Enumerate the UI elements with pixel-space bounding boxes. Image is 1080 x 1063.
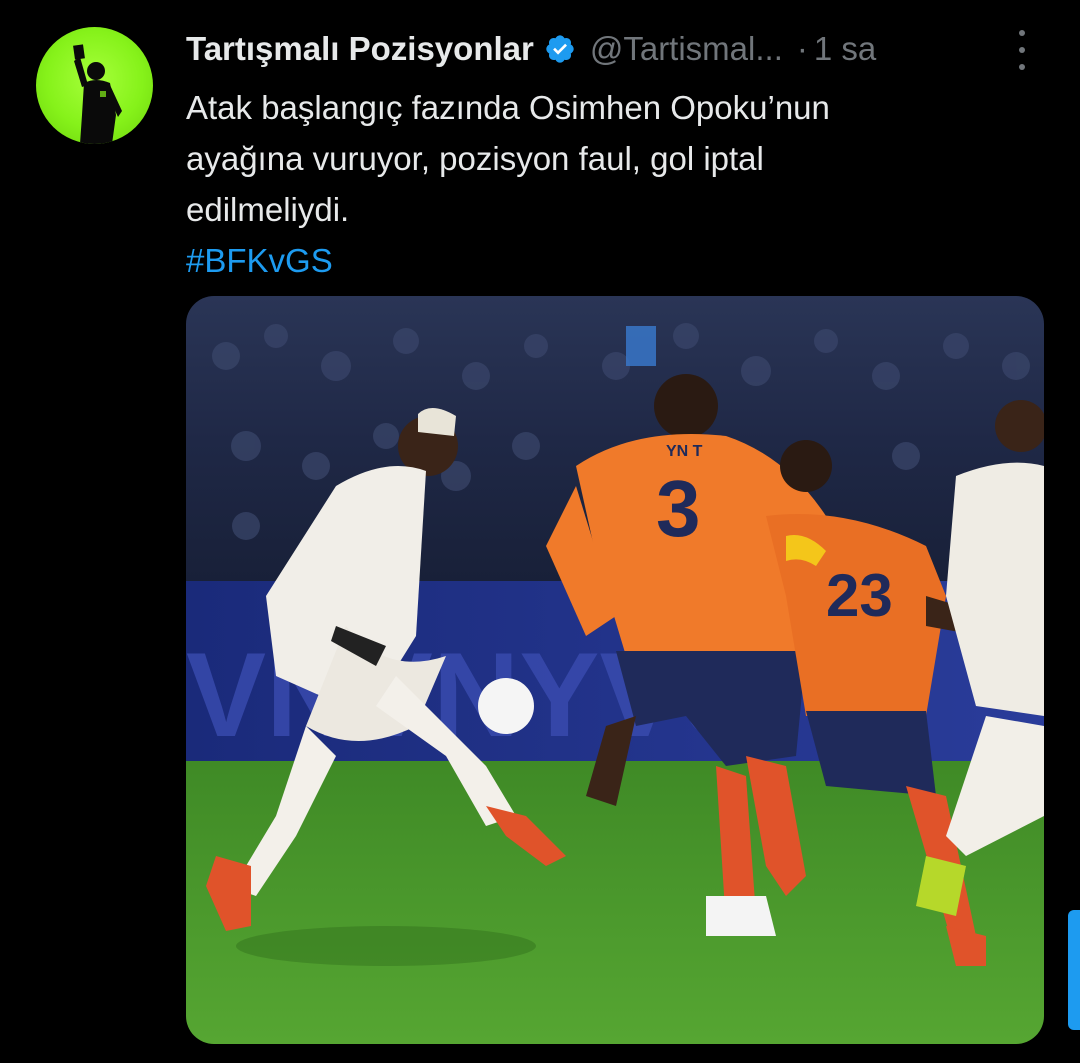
more-vertical-icon-dot <box>1019 64 1025 70</box>
tweet-media-photo[interactable]: VNVNYVÜ 3 YN T 23 <box>186 296 1044 1044</box>
referee-silhouette-icon <box>73 44 122 144</box>
tweet-text-line: Atak başlangıç fazında Osimhen Opoku’nun <box>186 89 830 126</box>
tweet-body: Atak başlangıç fazında Osimhen Opoku’nun… <box>186 82 1016 286</box>
hashtag-link[interactable]: #BFKvGS <box>186 235 333 286</box>
football-photo: VNVNYVÜ 3 YN T 23 <box>186 296 1044 1044</box>
tweet-text-line: edilmeliydi. <box>186 191 350 228</box>
tweet-text-line: ayağına vuruyor, pozisyon faul, gol ipta… <box>186 140 764 177</box>
avatar[interactable] <box>36 27 153 144</box>
author-display-name[interactable]: Tartışmalı Pozisyonlar <box>186 30 534 68</box>
svg-text:YN T: YN T <box>666 443 703 460</box>
timestamp[interactable]: 1 sa <box>814 30 876 68</box>
tweet-header: Tartışmalı Pozisyonlar @Tartismal... · 1… <box>186 22 876 76</box>
more-options-button[interactable] <box>1004 30 1040 70</box>
scroll-indicator[interactable] <box>1068 910 1080 1030</box>
more-vertical-icon-dot <box>1019 47 1025 53</box>
author-handle[interactable]: @Tartismal... <box>590 30 783 68</box>
verified-badge-icon <box>544 33 576 65</box>
more-vertical-icon <box>1019 30 1025 36</box>
jersey-number-23: 23 <box>826 562 893 629</box>
tweet-card[interactable]: Tartışmalı Pozisyonlar @Tartismal... · 1… <box>0 0 1080 1063</box>
jersey-number-3: 3 <box>656 464 701 553</box>
separator-dot: · <box>796 30 808 67</box>
